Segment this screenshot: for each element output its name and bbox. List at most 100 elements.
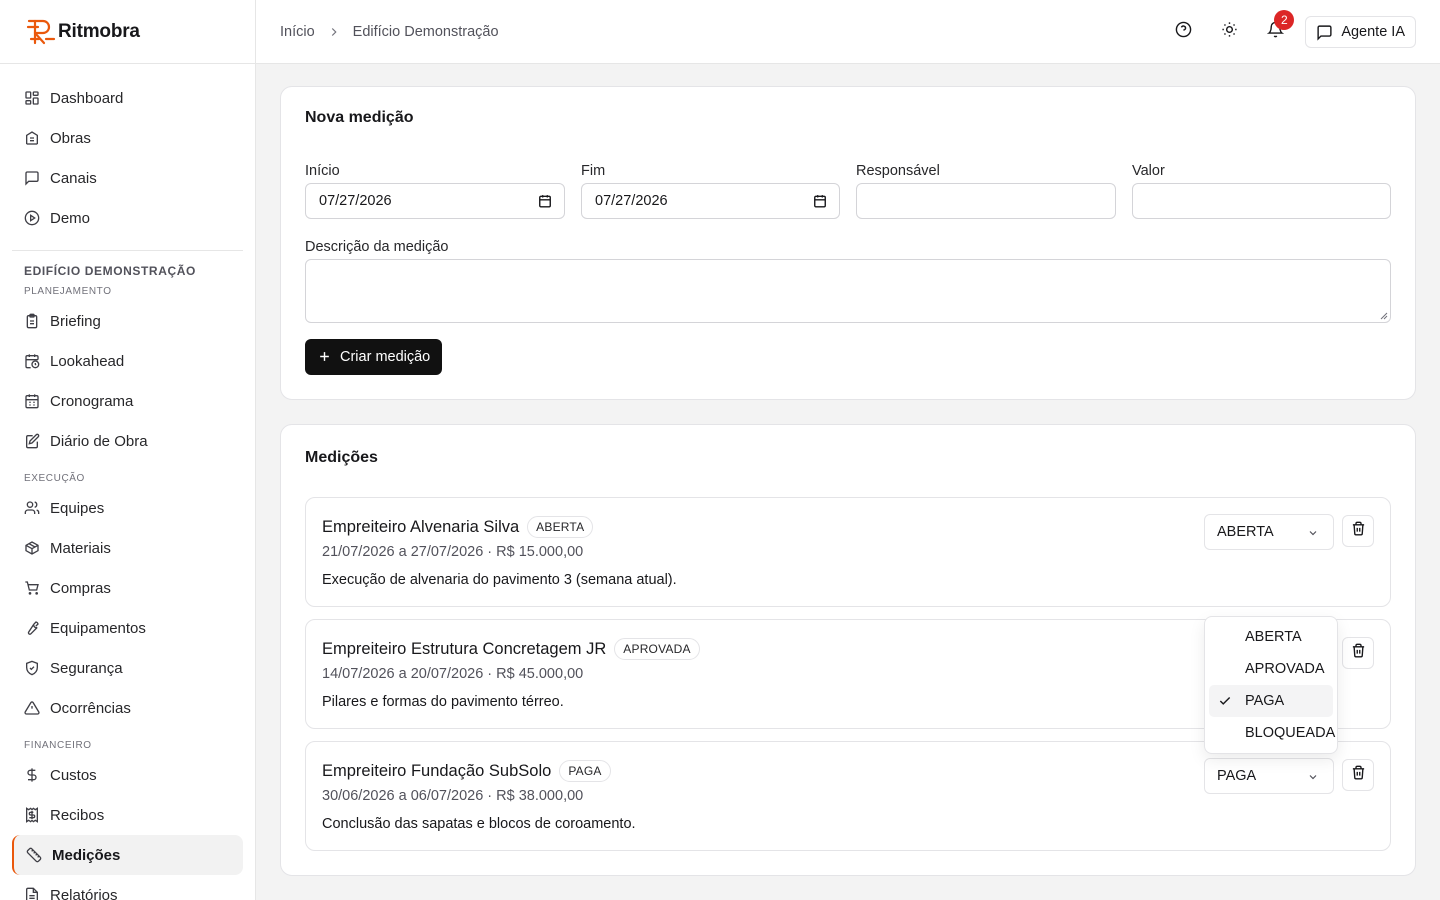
- top-actions: 2 Agente IA: [1153, 10, 1416, 48]
- sidebar-item-label: Compras: [50, 579, 111, 597]
- status-select-value: ABERTA: [1217, 524, 1274, 540]
- measurement-name-wrap: Empreiteiro Alvenaria Silva ABERTA: [322, 516, 594, 538]
- alert-triangle-icon: [24, 700, 40, 716]
- chevron-down-icon: [1307, 771, 1319, 787]
- sidebar-item-demo[interactable]: Demo: [12, 198, 243, 238]
- sidebar-item-label: Demo: [50, 209, 91, 227]
- new-measurement-card: Nova medição Início 07/27/2026 Fim 07/27…: [280, 86, 1416, 400]
- theme-toggle-button[interactable]: [1213, 16, 1245, 48]
- sidebar-item-label: Medições: [52, 846, 121, 864]
- create-measurement-button[interactable]: Criar medição: [305, 339, 443, 375]
- trash-icon: [1351, 765, 1366, 785]
- sidebar-item-label: Custos: [50, 766, 97, 784]
- sidebar-item-medicoes[interactable]: Medições: [12, 835, 243, 875]
- help-button[interactable]: [1167, 16, 1199, 48]
- file-icon: [24, 887, 40, 900]
- sidebar-item-lookahead[interactable]: Lookahead: [12, 341, 243, 381]
- measurement-meta: 14/07/2026 a 20/07/2026 · R$ 45.000,00: [322, 666, 584, 682]
- status-badge: PAGA: [559, 760, 611, 782]
- agent-ia-label: Agente IA: [1341, 24, 1405, 40]
- notifications-button[interactable]: 2: [1259, 10, 1295, 48]
- sidebar-item-ocorrencias[interactable]: Ocorrências: [12, 688, 243, 728]
- breadcrumb-current: Edifício Demonstração: [352, 23, 499, 40]
- measurement-row: Empreiteiro Fundação SubSolo PAGA 30/06/…: [305, 741, 1391, 851]
- sidebar-item-custos[interactable]: Custos: [12, 755, 243, 795]
- sidebar: Ritmobra Dashboard Obras Canais Demo EDI…: [0, 0, 256, 900]
- start-date-input[interactable]: 07/27/2026: [305, 183, 565, 219]
- resize-handle-icon[interactable]: [1380, 312, 1388, 320]
- value-label: Valor: [1132, 163, 1165, 179]
- sidebar-item-label: Materiais: [50, 539, 111, 557]
- shield-icon: [24, 660, 40, 676]
- new-measurement-title: Nova medição: [305, 109, 414, 126]
- status-option-label: PAGA: [1245, 693, 1285, 709]
- play-icon: [24, 210, 40, 226]
- delete-button[interactable]: [1342, 759, 1374, 791]
- cart-icon: [24, 580, 40, 596]
- sidebar-item-label: Recibos: [50, 806, 105, 824]
- end-date-input[interactable]: 07/27/2026: [581, 183, 840, 219]
- section-label-financeiro: FINANCEIRO: [24, 740, 92, 751]
- description-label: Descrição da medição: [305, 239, 449, 255]
- topbar: Início Edifício Demonstração 2 Agente IA: [256, 0, 1440, 64]
- check-icon: [1218, 694, 1232, 712]
- sidebar-item-diario-de-obra[interactable]: Diário de Obra: [12, 421, 243, 461]
- trash-icon: [1351, 643, 1366, 663]
- project-title: EDIFÍCIO DEMONSTRAÇÃO: [24, 264, 196, 278]
- sidebar-item-label: Ocorrências: [50, 699, 131, 717]
- help-icon: [1175, 21, 1192, 43]
- sidebar-item-seguranca[interactable]: Segurança: [12, 648, 243, 688]
- users-icon: [24, 500, 40, 516]
- status-badge: APROVADA: [614, 638, 700, 660]
- main-nav: Dashboard Obras Canais Demo: [12, 64, 243, 251]
- sidebar-item-label: Briefing: [50, 312, 101, 330]
- sidebar-item-equipamentos[interactable]: Equipamentos: [12, 608, 243, 648]
- sidebar-item-canais[interactable]: Canais: [12, 158, 243, 198]
- plus-icon: [318, 348, 331, 366]
- calendar-icon[interactable]: [813, 194, 827, 212]
- sidebar-item-briefing[interactable]: Briefing: [12, 301, 243, 341]
- sidebar-item-obras[interactable]: Obras: [12, 118, 243, 158]
- measurement-name-wrap: Empreiteiro Estrutura Concretagem JR APR…: [322, 638, 700, 660]
- status-option-aprovada[interactable]: APROVADA: [1209, 653, 1333, 685]
- calendar-icon[interactable]: [538, 194, 552, 212]
- breadcrumb: Início Edifício Demonstração: [280, 24, 499, 40]
- status-badge: ABERTA: [527, 516, 594, 538]
- sidebar-item-materiais[interactable]: Materiais: [12, 528, 243, 568]
- status-option-bloqueada[interactable]: BLOQUEADA: [1209, 717, 1335, 749]
- sidebar-item-cronograma[interactable]: Cronograma: [12, 381, 243, 421]
- description-textarea[interactable]: [305, 259, 1391, 323]
- status-option-label: APROVADA: [1245, 661, 1325, 677]
- section-label-execucao: EXECUÇÃO: [24, 473, 85, 484]
- status-select[interactable]: ABERTA: [1204, 514, 1334, 550]
- sidebar-item-dashboard[interactable]: Dashboard: [12, 78, 243, 118]
- measurement-meta: 30/06/2026 a 06/07/2026 · R$ 38.000,00: [322, 788, 584, 804]
- breadcrumb-home[interactable]: Início: [280, 24, 315, 40]
- sidebar-item-compras[interactable]: Compras: [12, 568, 243, 608]
- measurements-title: Medições: [305, 449, 378, 466]
- measurement-name: Empreiteiro Alvenaria Silva: [322, 517, 520, 536]
- measurement-meta: 21/07/2026 a 27/07/2026 · R$ 15.000,00: [322, 544, 584, 560]
- delete-button[interactable]: [1342, 637, 1374, 669]
- notifications-badge: 2: [1274, 10, 1295, 30]
- status-select[interactable]: PAGA: [1204, 758, 1334, 794]
- sidebar-item-label: Diário de Obra: [50, 432, 148, 450]
- delete-button[interactable]: [1342, 515, 1374, 547]
- responsible-input[interactable]: [856, 183, 1116, 219]
- sidebar-item-label: Dashboard: [50, 89, 124, 107]
- agent-ia-button[interactable]: Agente IA: [1305, 16, 1416, 48]
- receipt-icon: [24, 807, 40, 823]
- sidebar-item-equipes[interactable]: Equipes: [12, 488, 243, 528]
- status-option-aberta[interactable]: ABERTA: [1209, 621, 1333, 653]
- value-input[interactable]: [1132, 183, 1391, 219]
- start-date-label: Início: [305, 163, 340, 179]
- status-option-paga[interactable]: PAGA: [1209, 685, 1333, 717]
- brand-logo[interactable]: Ritmobra: [0, 0, 255, 64]
- sidebar-item-label: Cronograma: [50, 392, 134, 410]
- sidebar-item-relatorios[interactable]: Relatórios: [12, 875, 243, 900]
- sidebar-item-label: Obras: [50, 129, 91, 147]
- sidebar-item-recibos[interactable]: Recibos: [12, 795, 243, 835]
- end-date-value: 07/27/2026: [595, 193, 668, 209]
- measurement-name-wrap: Empreiteiro Fundação SubSolo PAGA: [322, 760, 611, 782]
- wrench-icon: [24, 620, 40, 636]
